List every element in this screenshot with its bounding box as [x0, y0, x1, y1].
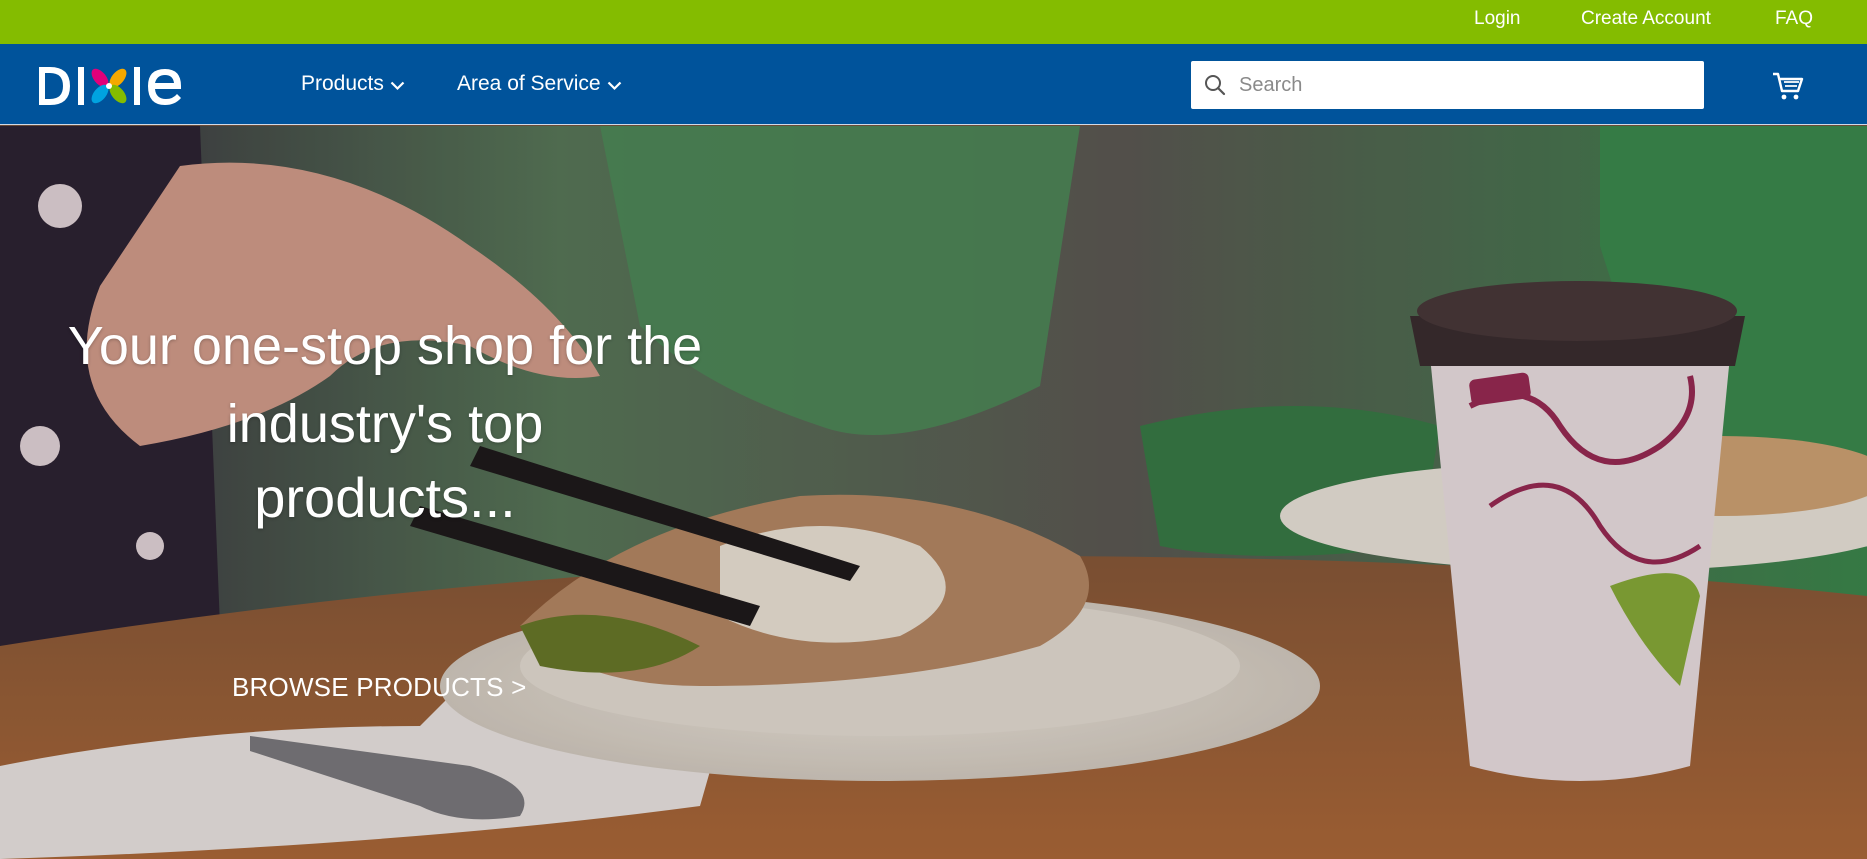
main-navbar: Products Area of Service — [0, 44, 1867, 125]
nav-products[interactable]: Products — [301, 72, 405, 96]
login-link[interactable]: Login — [1474, 8, 1521, 30]
nav-area-of-service[interactable]: Area of Service — [457, 72, 622, 96]
search-input[interactable] — [1239, 73, 1679, 97]
hero-line-3: products... — [254, 466, 516, 529]
utility-bar: Login Create Account FAQ — [0, 0, 1867, 44]
search-box[interactable] — [1191, 61, 1704, 109]
nav-products-label: Products — [301, 72, 384, 95]
hero-line-2: industry's top — [226, 394, 544, 454]
search-icon[interactable] — [1191, 61, 1239, 109]
browse-products-link[interactable]: BROWSE PRODUCTS > — [232, 672, 527, 703]
chevron-down-icon — [390, 81, 405, 90]
hero-headline: Your one-stop shop for the industry's to… — [60, 314, 710, 530]
faq-link[interactable]: FAQ — [1775, 8, 1813, 30]
hero-line-1: Your one-stop shop for the — [67, 316, 703, 376]
chevron-down-icon — [607, 81, 621, 90]
cart-icon[interactable] — [1772, 71, 1804, 101]
nav-area-of-service-label: Area of Service — [457, 72, 601, 95]
dixie-logo[interactable] — [36, 61, 212, 111]
create-account-link[interactable]: Create Account — [1581, 8, 1711, 30]
hero-banner: Your one-stop shop for the industry's to… — [0, 126, 1867, 859]
